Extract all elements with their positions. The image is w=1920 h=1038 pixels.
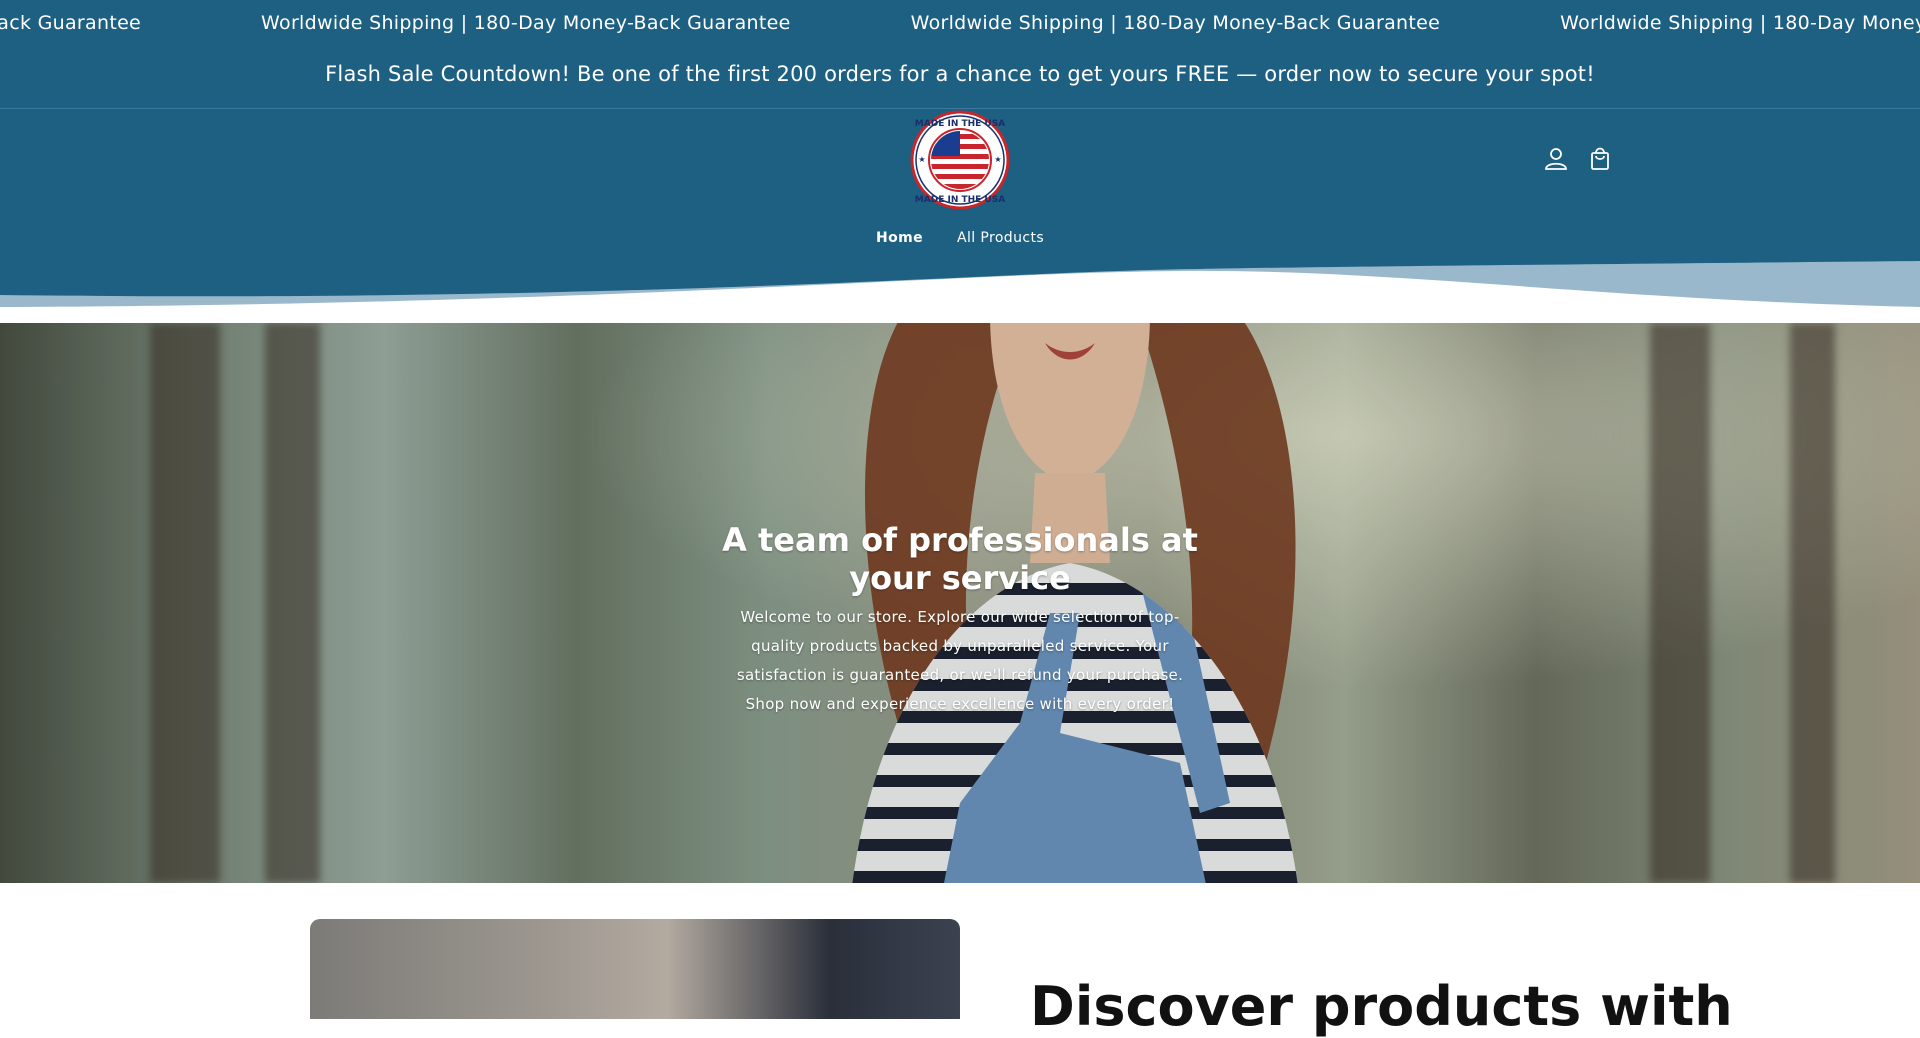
main-nav: Home All Products [0, 230, 1920, 246]
marquee-banner: oney-Back Guarantee Worldwide Shipping |… [0, 0, 1920, 50]
star-icon: ★ [994, 155, 1001, 164]
hero-title: A team of professionals at your service [722, 521, 1198, 598]
marquee-item: Worldwide Shipping | 180-Day Money-Back … [910, 12, 1441, 34]
promo-heading: Discover products with [1030, 975, 1733, 1038]
user-icon[interactable] [1541, 144, 1571, 174]
wave-divider [0, 255, 1920, 325]
flash-sale-announcement: Flash Sale Countdown! Be one of the firs… [325, 62, 1595, 86]
announcement-bar: oney-Back Guarantee Worldwide Shipping |… [0, 0, 1920, 108]
shopping-bag-icon[interactable] [1585, 144, 1615, 174]
marquee-item: Worldwide Shipping | 180-Day Money-Back [1560, 12, 1920, 34]
marquee-item: oney-Back Guarantee [0, 12, 142, 34]
nav-item-all-products[interactable]: All Products [957, 230, 1044, 246]
logo-text: MADE IN THE USA [915, 119, 1005, 129]
promo-image [310, 919, 960, 1019]
logo-text: MADE IN THE USA [915, 195, 1005, 205]
site-logo[interactable]: MADE IN THE USA MADE IN THE USA ★ ★ [910, 110, 1010, 210]
nav-item-home[interactable]: Home [876, 230, 923, 246]
hero-description: Welcome to our store. Explore our wide s… [736, 608, 1184, 713]
star-icon: ★ [918, 155, 925, 164]
marquee-item: Worldwide Shipping | 180-Day Money-Back … [261, 12, 791, 34]
